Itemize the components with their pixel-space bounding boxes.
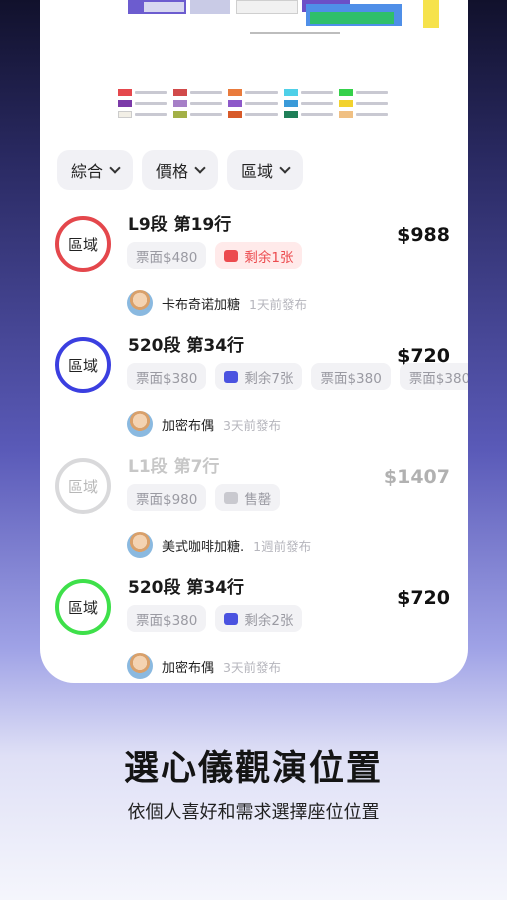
area-badge-label: 區域 [67,235,98,254]
listing-price: $1407 [383,466,450,488]
filter-area[interactable]: 區域 [227,150,304,190]
listing-tags: 票面$980 售罄 [127,484,281,511]
listing-tags: 票面$380 剩余7张 票面$380 票面$380 [127,363,468,390]
tag-text: 票面$380 [408,370,468,387]
seller-info[interactable]: 加密布偶 3天前發布 [127,653,281,679]
post-time: 3天前發布 [223,417,281,433]
face-value-tag: 票面$380 [127,605,207,632]
face-value-tag: 票面$380 [311,363,391,390]
ticket-icon [224,491,239,504]
post-time: 1週前發布 [253,538,312,554]
tag-text: 票面$480 [136,249,198,266]
ticket-listing[interactable]: 區域 L1段 第7行 $1407 票面$980 售罄 美式咖啡加糖. 1週前發布 [40,452,468,573]
ticket-icon [224,612,239,625]
phone-screen: 綜合 價格 區域 區域 L9段 第19行 $988 票面$480 剩余1张 卡布… [40,0,468,683]
filter-comprehensive[interactable]: 綜合 [57,150,134,190]
listing-title: L1段 第7行 [128,457,220,477]
ticket-listing[interactable]: 區域 520段 第34行 $720 票面$380 剩余2张 加密布偶 3天前發布 [40,573,468,683]
avatar [127,532,153,558]
area-badge-label: 區域 [67,477,98,496]
seller-name: 卡布奇诺加糖 [162,297,241,313]
seller-info[interactable]: 美式咖啡加糖. 1週前發布 [127,532,311,558]
seller-name: 加密布偶 [162,418,215,434]
area-badge-label: 區域 [67,356,98,375]
filter-label: 綜合 [71,162,104,181]
face-value-tag: 票面$980 [127,484,207,511]
avatar [127,411,153,437]
tag-text: 剩余2张 [244,612,294,629]
seller-name: 美式咖啡加糖. [162,539,245,555]
promo-subline: 依個人喜好和需求選擇座位位置 [127,802,380,823]
remaining-tag: 剩余7张 [215,363,303,390]
tag-text: 剩余7张 [244,370,294,387]
ticket-listing[interactable]: 區域 520段 第34行 $720 票面$380 剩余7张 票面$380 票面$… [40,331,468,452]
face-value-tag: 票面$380 [399,363,468,390]
filter-label: 價格 [156,162,189,181]
tag-text: 票面$380 [136,370,198,387]
sold-out-tag: 售罄 [215,484,281,511]
seller-name: 加密布偶 [162,660,215,676]
listing-title: 520段 第34行 [128,578,245,598]
promo-headline: 選心儀觀演位置 [123,749,383,789]
seller-info[interactable]: 加密布偶 3天前發布 [127,411,281,437]
chevron-down-icon [109,162,121,174]
remaining-tag: 剩余2张 [215,605,303,632]
remaining-tag: 剩余1张 [215,242,303,269]
ticket-icon [224,249,239,262]
area-badge-label: 區域 [67,598,98,617]
listing-title: L9段 第19行 [128,215,232,235]
tag-text: 售罄 [244,491,272,508]
filter-bar: 綜合 價格 區域 [57,150,304,190]
avatar [127,290,153,316]
area-badge: 區域 [55,579,111,635]
seat-map-legend [118,88,389,121]
chevron-down-icon [279,162,291,174]
tag-text: 票面$380 [136,612,198,629]
face-value-tag: 票面$480 [127,242,207,269]
ticket-list: 區域 L9段 第19行 $988 票面$480 剩余1张 卡布奇诺加糖 1天前發… [40,210,468,683]
listing-price: $988 [397,224,450,246]
area-badge: 區域 [55,337,111,393]
filter-price[interactable]: 價格 [142,150,219,190]
tag-text: 票面$980 [136,491,198,508]
filter-label: 區域 [241,162,274,181]
post-time: 3天前發布 [223,659,281,675]
seller-info[interactable]: 卡布奇诺加糖 1天前發布 [127,290,307,316]
area-badge: 區域 [55,458,111,514]
listing-tags: 票面$480 剩余1张 [127,242,303,269]
ticket-listing[interactable]: 區域 L9段 第19行 $988 票面$480 剩余1张 卡布奇诺加糖 1天前發… [40,210,468,331]
listing-price: $720 [397,587,450,609]
avatar [127,653,153,679]
ticket-icon [224,370,239,383]
listing-title: 520段 第34行 [128,336,245,356]
tag-text: 票面$380 [320,370,382,387]
chevron-down-icon [194,162,206,174]
area-badge: 區域 [55,216,111,272]
seat-map-image[interactable] [40,0,468,118]
tag-text: 剩余1张 [244,249,294,266]
listing-tags: 票面$380 剩余2张 [127,605,303,632]
post-time: 1天前發布 [249,296,307,312]
face-value-tag: 票面$380 [127,363,207,390]
